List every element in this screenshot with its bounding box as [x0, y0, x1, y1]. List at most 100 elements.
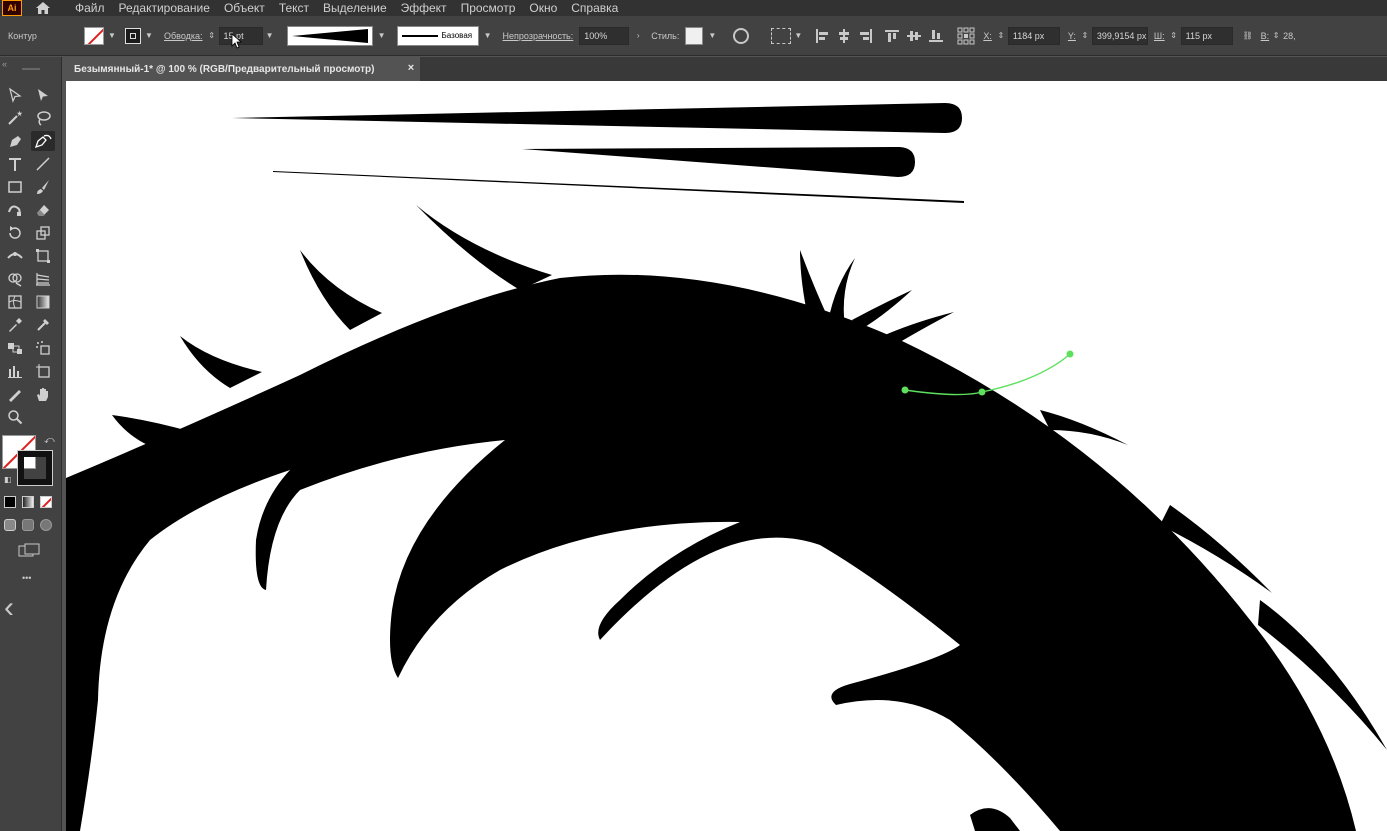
menu-help[interactable]: Справка — [564, 1, 625, 15]
panel-grip[interactable] — [22, 68, 40, 70]
stroke-label[interactable]: Обводка: — [164, 31, 203, 41]
gradient-mode-icon[interactable] — [22, 496, 34, 508]
screen-mode-icon[interactable] — [18, 543, 40, 557]
color-mode-icon[interactable] — [4, 496, 16, 508]
blend-tool-icon[interactable] — [3, 338, 27, 358]
brush-definition-select[interactable]: Базовая — [396, 25, 479, 46]
swap-fill-stroke-icon[interactable]: ⤺ — [44, 435, 55, 446]
artboard-canvas[interactable] — [66, 81, 1387, 831]
rectangle-tool-icon[interactable] — [3, 177, 27, 197]
pen-tool-icon[interactable] — [3, 131, 27, 151]
brush-stroke-3 — [273, 171, 964, 203]
transform-reference-icon[interactable] — [957, 27, 975, 45]
chevron-down-icon[interactable]: ▼ — [144, 31, 154, 41]
slice-tool-icon[interactable] — [3, 384, 27, 404]
chevron-down-icon[interactable]: ▼ — [265, 31, 275, 41]
align-right-icon[interactable] — [859, 28, 873, 43]
hand-tool-icon[interactable] — [31, 384, 55, 404]
align-top-icon[interactable] — [885, 29, 900, 43]
align-center-v-icon[interactable] — [907, 29, 922, 43]
chevron-down-icon[interactable]: ▼ — [793, 31, 803, 41]
artwork — [66, 103, 1387, 831]
spike-2 — [300, 250, 382, 330]
shaper-tool-icon[interactable] — [3, 200, 27, 220]
mesh-tool-icon[interactable] — [3, 292, 27, 312]
opacity-field[interactable]: 100% — [579, 26, 630, 45]
home-icon[interactable] — [30, 0, 56, 16]
align-center-h-icon[interactable] — [837, 28, 851, 43]
scale-tool-icon[interactable] — [31, 223, 55, 243]
menu-window[interactable]: Окно — [522, 1, 564, 15]
stepper-icon[interactable]: ⇕ — [1271, 31, 1281, 41]
lasso-tool-icon[interactable] — [31, 108, 55, 128]
y-field[interactable]: 399,9154 px — [1091, 26, 1148, 45]
perspective-grid-tool-icon[interactable] — [31, 269, 55, 289]
document-tab-title: Безымянный-1* @ 100 % (RGB/Предварительн… — [74, 63, 375, 75]
selection-tool-icon[interactable] — [3, 85, 27, 105]
direct-selection-tool-icon[interactable] — [31, 85, 55, 105]
chevron-down-icon[interactable]: ▼ — [707, 31, 717, 41]
chevron-down-icon[interactable]: ▼ — [377, 31, 387, 41]
line-segment-tool-icon[interactable] — [31, 154, 55, 174]
y-label: Y: — [1067, 30, 1076, 41]
width-tool-icon[interactable] — [3, 246, 27, 266]
default-fill-stroke-icon[interactable]: ◧ — [4, 475, 12, 484]
close-icon[interactable]: × — [405, 62, 417, 74]
recolor-artwork-icon[interactable] — [733, 27, 750, 44]
type-tool-icon[interactable] — [3, 154, 27, 174]
menu-edit[interactable]: Редактирование — [112, 1, 217, 15]
eraser-tool-icon[interactable] — [31, 200, 55, 220]
shape-builder-tool-icon[interactable] — [3, 269, 27, 289]
menu-items: Файл Редактирование Объект Текст Выделен… — [68, 1, 625, 15]
stroke-swatch[interactable] — [125, 27, 141, 44]
draw-normal-icon[interactable] — [4, 519, 16, 531]
eyedropper-tool-icon[interactable] — [3, 315, 27, 335]
fill-swatch-none[interactable] — [84, 26, 104, 45]
curvature-tool-icon[interactable] — [31, 131, 55, 151]
graphic-style-swatch[interactable] — [685, 26, 704, 45]
stroke-swatch[interactable] — [17, 450, 53, 486]
gradient-tool-icon[interactable] — [31, 292, 55, 312]
constrain-proportions-icon[interactable]: ⛓ — [1243, 31, 1253, 41]
collapse-panel-icon[interactable]: ‹ — [4, 593, 14, 623]
menu-view[interactable]: Просмотр — [454, 1, 523, 15]
align-bottom-icon[interactable] — [929, 29, 944, 43]
stepper-icon[interactable]: ⇕ — [1169, 31, 1179, 41]
zoom-tool-icon[interactable] — [3, 407, 27, 427]
edit-toolbar-icon[interactable]: ••• — [22, 573, 31, 583]
column-graph-tool-icon[interactable] — [3, 361, 27, 381]
symbol-sprayer-tool-icon[interactable] — [31, 338, 55, 358]
spike-10 — [852, 290, 912, 330]
menu-file[interactable]: Файл — [68, 1, 112, 15]
stepper-icon[interactable]: ⇕ — [1080, 31, 1090, 41]
chevron-down-icon[interactable]: ▼ — [483, 31, 493, 41]
spike-11 — [885, 312, 954, 345]
menu-effect[interactable]: Эффект — [394, 1, 454, 15]
align-to-icon[interactable] — [771, 27, 792, 44]
measure-tool-icon[interactable] — [31, 315, 55, 335]
menu-type[interactable]: Текст — [272, 1, 316, 15]
stepper-icon[interactable]: ⇕ — [207, 31, 217, 41]
h-field[interactable]: 28, — [1283, 31, 1296, 41]
none-mode-icon[interactable] — [40, 496, 52, 508]
width-profile-select[interactable] — [286, 25, 373, 46]
opacity-label[interactable]: Непрозрачность: — [503, 31, 574, 41]
panel-collapse-icon[interactable]: « — [2, 59, 7, 69]
free-transform-tool-icon[interactable] — [31, 246, 55, 266]
rotate-tool-icon[interactable] — [3, 223, 27, 243]
align-left-icon[interactable] — [815, 28, 829, 43]
brush-line-icon — [401, 34, 438, 37]
paintbrush-tool-icon[interactable] — [31, 177, 55, 197]
document-tab[interactable]: Безымянный-1* @ 100 % (RGB/Предварительн… — [66, 57, 420, 81]
x-field[interactable]: 1184 px — [1007, 26, 1060, 45]
draw-inside-icon[interactable] — [40, 519, 52, 531]
menu-select[interactable]: Выделение — [316, 1, 394, 15]
w-field[interactable]: 115 px — [1180, 26, 1233, 45]
draw-behind-icon[interactable] — [22, 519, 34, 531]
menu-object[interactable]: Объект — [217, 1, 272, 15]
artboard-tool-icon[interactable] — [31, 361, 55, 381]
chevron-down-icon[interactable]: ▼ — [107, 31, 117, 41]
chevron-right-icon[interactable]: › — [633, 31, 643, 41]
stepper-icon[interactable]: ⇕ — [996, 31, 1006, 41]
magic-wand-tool-icon[interactable] — [3, 108, 27, 128]
